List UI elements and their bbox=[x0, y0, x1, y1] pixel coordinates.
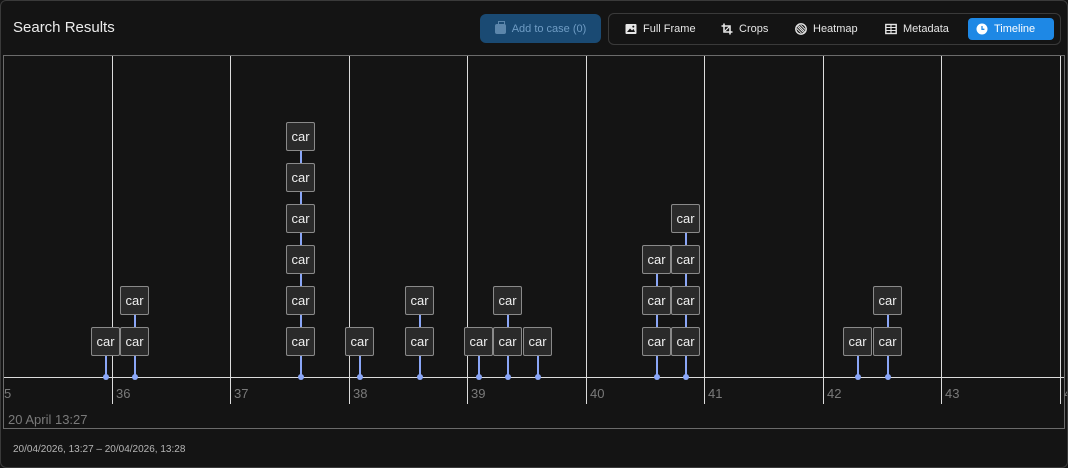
timeline-gridline bbox=[823, 56, 824, 404]
event-dot bbox=[535, 374, 541, 380]
event-dot bbox=[505, 374, 511, 380]
timeline-tick-label: 4 bbox=[1064, 386, 1067, 401]
timeline-tick-label: 42 bbox=[827, 386, 842, 401]
tab-label: Full Frame bbox=[643, 23, 696, 35]
event-marker[interactable]: car bbox=[286, 163, 315, 192]
event-marker[interactable]: car bbox=[873, 327, 902, 356]
event-dot bbox=[298, 374, 304, 380]
event-dot bbox=[654, 374, 660, 380]
timeline-baseline bbox=[4, 377, 1064, 378]
tab-label: Timeline bbox=[994, 23, 1036, 35]
event-marker[interactable]: car bbox=[120, 286, 149, 315]
event-marker[interactable]: car bbox=[671, 327, 700, 356]
tab-full-frame[interactable]: Full Frame bbox=[617, 18, 713, 40]
timeline-date-label: 20 April 13:27 bbox=[8, 412, 88, 427]
page-title: Search Results bbox=[13, 19, 115, 36]
timeline-tick-label: 36 bbox=[116, 386, 131, 401]
timeline-gridline bbox=[230, 56, 231, 404]
tab-heatmap[interactable]: Heatmap bbox=[787, 18, 877, 40]
timeline-gridline bbox=[586, 56, 587, 404]
timeline-gridline bbox=[1060, 56, 1061, 404]
tab-crops[interactable]: Crops bbox=[713, 18, 787, 40]
event-dot bbox=[476, 374, 482, 380]
timeline-gridline bbox=[941, 56, 942, 404]
event-dot bbox=[683, 374, 689, 380]
heatmap-icon bbox=[795, 23, 807, 35]
tab-timeline[interactable]: Timeline bbox=[968, 18, 1054, 40]
event-marker[interactable]: car bbox=[345, 327, 374, 356]
event-marker[interactable]: car bbox=[671, 286, 700, 315]
event-marker[interactable]: car bbox=[405, 286, 434, 315]
event-marker[interactable]: car bbox=[642, 286, 671, 315]
event-marker[interactable]: car bbox=[464, 327, 493, 356]
event-dot bbox=[417, 374, 423, 380]
event-marker[interactable]: car bbox=[493, 327, 522, 356]
tab-label: Metadata bbox=[903, 23, 949, 35]
timeline-tick-label: 5 bbox=[4, 386, 12, 401]
add-to-case-button[interactable]: Add to case (0) bbox=[480, 14, 601, 43]
event-marker[interactable]: car bbox=[493, 286, 522, 315]
event-marker[interactable]: car bbox=[642, 327, 671, 356]
timeline-tick-label: 43 bbox=[945, 386, 960, 401]
crop-icon bbox=[721, 23, 733, 35]
event-dot bbox=[132, 374, 138, 380]
tab-label: Heatmap bbox=[813, 23, 858, 35]
timeline-tick-label: 39 bbox=[471, 386, 486, 401]
image-icon bbox=[625, 24, 637, 34]
timeline-gridline bbox=[704, 56, 705, 404]
search-results-panel: Search Results Add to case (0) Full Fram… bbox=[0, 0, 1068, 468]
event-marker[interactable]: car bbox=[671, 245, 700, 274]
event-dot bbox=[357, 374, 363, 380]
event-marker[interactable]: car bbox=[91, 327, 120, 356]
timeline-chart[interactable]: 20 April 13:27 536373839404142434carcarc… bbox=[3, 55, 1067, 429]
event-marker[interactable]: car bbox=[523, 327, 552, 356]
timeline-tick-label: 38 bbox=[353, 386, 368, 401]
event-marker[interactable]: car bbox=[405, 327, 434, 356]
view-tabs: Full Frame Crops Heatmap Metadata Timeli… bbox=[608, 13, 1061, 45]
event-marker[interactable]: car bbox=[286, 122, 315, 151]
tab-label: Crops bbox=[739, 23, 769, 35]
event-dot bbox=[103, 374, 109, 380]
add-to-case-label: Add to case (0) bbox=[511, 22, 587, 35]
event-marker[interactable]: car bbox=[843, 327, 872, 356]
table-icon bbox=[885, 23, 897, 35]
event-marker[interactable]: car bbox=[873, 286, 902, 315]
timeline-tick-label: 40 bbox=[590, 386, 605, 401]
event-dot bbox=[855, 374, 861, 380]
event-marker[interactable]: car bbox=[286, 286, 315, 315]
event-marker[interactable]: car bbox=[286, 204, 315, 233]
event-marker[interactable]: car bbox=[286, 245, 315, 274]
briefcase-icon bbox=[494, 20, 506, 34]
clock-icon bbox=[976, 23, 988, 35]
event-marker[interactable]: car bbox=[671, 204, 700, 233]
tab-metadata[interactable]: Metadata bbox=[877, 18, 967, 40]
timeline-tick-label: 37 bbox=[234, 386, 249, 401]
event-marker[interactable]: car bbox=[120, 327, 149, 356]
event-marker[interactable]: car bbox=[642, 245, 671, 274]
event-marker[interactable]: car bbox=[286, 327, 315, 356]
event-dot bbox=[885, 374, 891, 380]
timeline-tick-label: 41 bbox=[708, 386, 723, 401]
time-range-label: 20/04/2026, 13:27 – 20/04/2026, 13:28 bbox=[13, 444, 186, 455]
